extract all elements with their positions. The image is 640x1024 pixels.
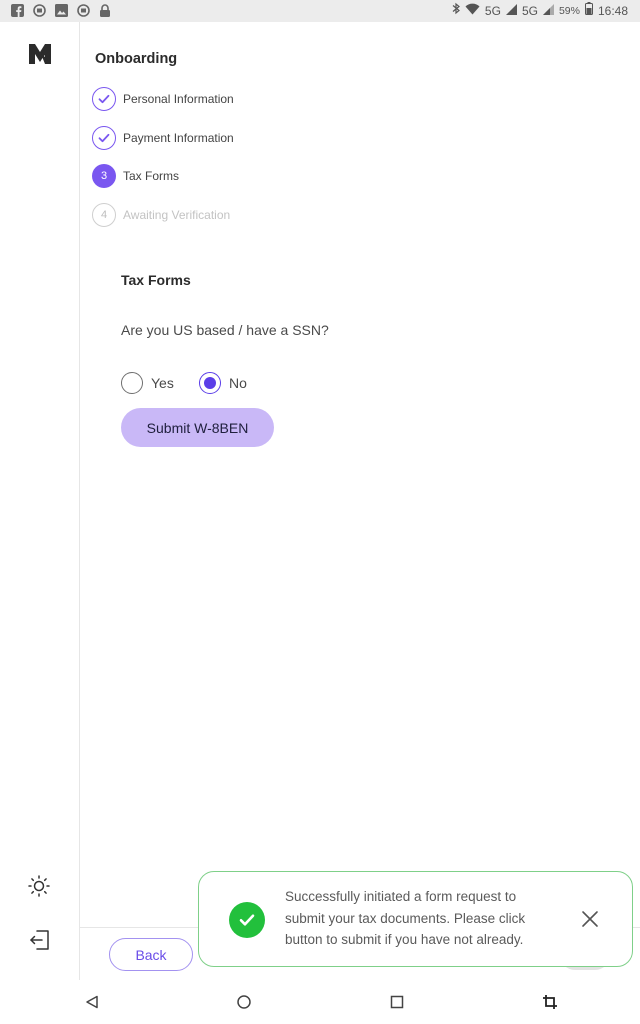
image-icon bbox=[54, 3, 68, 17]
check-icon bbox=[92, 87, 116, 111]
step-label: Tax Forms bbox=[123, 169, 180, 183]
step-awaiting-verification: 4 Awaiting Verification bbox=[92, 202, 230, 228]
notification-icon bbox=[76, 3, 90, 17]
toast-message: Successfully initiated a form request to… bbox=[285, 889, 526, 947]
radio-yes[interactable]: Yes bbox=[121, 371, 174, 395]
recents-square-icon[interactable] bbox=[387, 992, 407, 1012]
back-button[interactable]: Back bbox=[109, 938, 193, 971]
lock-icon bbox=[98, 3, 112, 17]
radio-no[interactable]: No bbox=[199, 371, 247, 395]
network-label-1: 5G bbox=[484, 4, 501, 18]
network-label-2: 5G bbox=[521, 4, 538, 18]
step-number: 4 bbox=[92, 203, 116, 227]
status-bar: 5G 5G 59% 16:48 bbox=[0, 0, 640, 22]
radio-label: Yes bbox=[151, 375, 174, 391]
step-label: Awaiting Verification bbox=[123, 208, 231, 222]
notification-icon bbox=[32, 3, 46, 17]
battery-percent: 59% bbox=[558, 5, 580, 17]
success-toast: Successfully initiated a form request to… bbox=[198, 871, 633, 967]
system-nav-bar bbox=[0, 980, 640, 1024]
radio-label: No bbox=[229, 375, 247, 391]
brand-logo[interactable] bbox=[28, 42, 52, 66]
facebook-icon bbox=[10, 3, 24, 17]
close-icon[interactable] bbox=[581, 910, 599, 928]
step-label: Personal Information bbox=[123, 92, 234, 106]
check-icon bbox=[92, 126, 116, 150]
battery-icon bbox=[584, 2, 593, 20]
status-bar-left bbox=[10, 3, 112, 17]
back-triangle-icon[interactable] bbox=[82, 992, 102, 1012]
question-text: Are you US based / have a SSN? bbox=[121, 322, 329, 338]
signal-icon bbox=[505, 2, 517, 20]
radio-selected-dot bbox=[204, 377, 216, 389]
step-payment-information[interactable]: Payment Information bbox=[92, 125, 234, 151]
radio-button[interactable] bbox=[199, 372, 221, 394]
step-tax-forms[interactable]: 3 Tax Forms bbox=[92, 163, 179, 189]
wifi-icon bbox=[465, 2, 480, 20]
radio-button[interactable] bbox=[121, 372, 143, 394]
step-label: Payment Information bbox=[123, 131, 234, 145]
sidebar bbox=[0, 22, 80, 980]
onboarding-title: Onboarding bbox=[95, 51, 178, 67]
check-circle-icon bbox=[229, 902, 265, 938]
crop-icon[interactable] bbox=[540, 992, 560, 1012]
form-title: Tax Forms bbox=[121, 272, 191, 288]
signal-icon bbox=[542, 2, 554, 20]
home-circle-icon[interactable] bbox=[234, 992, 254, 1012]
bluetooth-icon bbox=[452, 2, 460, 20]
step-number: 3 bbox=[92, 164, 116, 188]
step-personal-information[interactable]: Personal Information bbox=[92, 86, 234, 112]
status-bar-right: 5G 5G 59% 16:48 bbox=[452, 2, 628, 20]
clock: 16:48 bbox=[597, 4, 628, 18]
sun-icon[interactable] bbox=[28, 875, 50, 897]
submit-w8ben-button[interactable]: Submit W-8BEN bbox=[121, 408, 274, 447]
logout-icon[interactable] bbox=[28, 928, 52, 952]
